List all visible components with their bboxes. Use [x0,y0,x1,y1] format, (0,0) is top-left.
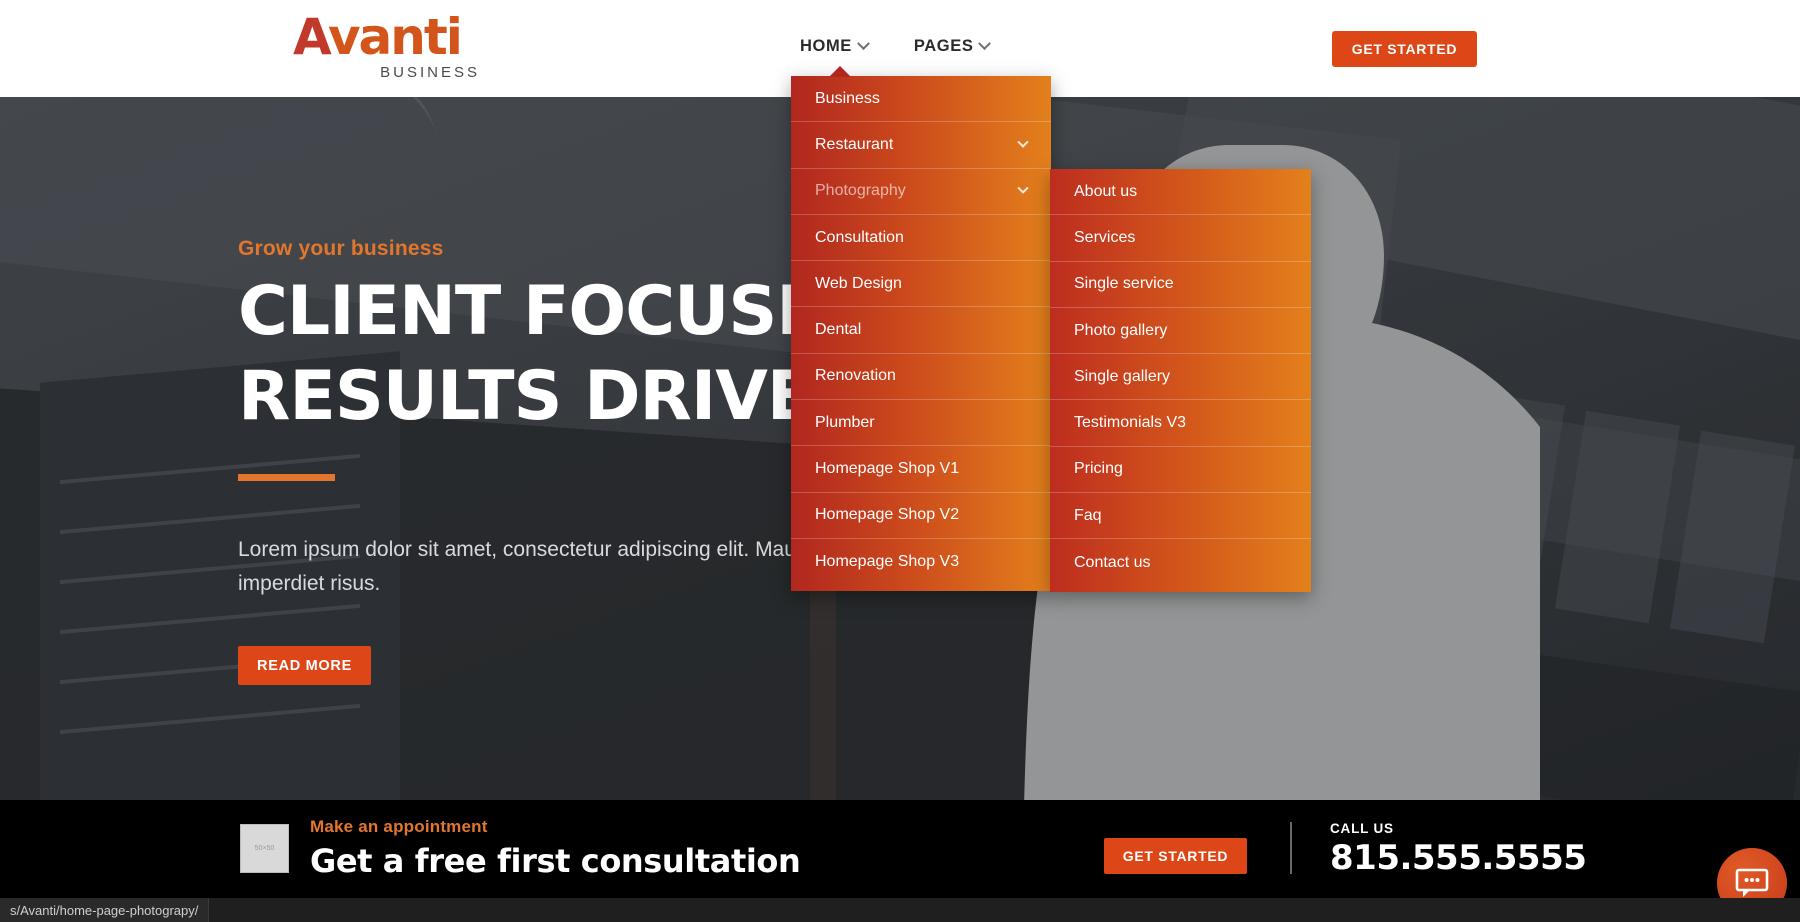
menu-item-label: Homepage Shop V1 [815,460,960,478]
menu-item-homepage-shop-v1[interactable]: Homepage Shop V1 [791,446,1051,493]
menu-item-label: Single service [1074,275,1174,293]
call-us-label: CALL US [1330,821,1394,836]
appointment-thumbnail-placeholder: 50×50 [240,824,289,873]
status-bar-url: s/Avanti/home-page-photograpy/ [0,898,210,922]
menu-item-label: About us [1074,182,1138,200]
menu-item-consultation[interactable]: Consultation [791,215,1051,262]
menu-item-label: Consultation [815,228,904,246]
phone-number: 815.555.5555 [1330,838,1587,878]
appointment-kicker: Make an appointment [310,817,488,836]
cta-vertical-divider [1290,822,1292,874]
logo-word-rest: vanti [327,8,463,66]
hero-read-more-button[interactable]: READ MORE [238,646,371,685]
menu-item-label: Web Design [815,274,902,292]
nav-item-home[interactable]: HOME [800,37,870,56]
menu-item-contact-us[interactable]: Contact us [1050,539,1311,585]
chevron-down-icon [1017,182,1029,195]
menu-item-label: Photography [815,182,906,200]
header-get-started-button[interactable]: GET STARTED [1332,31,1477,67]
nav-item-pages-label: PAGES [913,37,974,55]
browser-status-bar: s/Avanti/home-page-photograpy/ [0,898,1800,922]
nav-item-pages[interactable]: PAGES [913,37,992,56]
menu-item-single-service[interactable]: Single service [1050,262,1311,308]
appointment-text-block: Make an appointment Get a free first con… [310,817,801,880]
menu-item-restaurant[interactable]: Restaurant [791,122,1051,169]
main-navigation: HOME PAGES [800,37,992,56]
menu-item-label: Restaurant [815,135,894,153]
menu-item-label: Renovation [815,367,896,385]
logo-letter-a: A [293,8,330,66]
menu-item-homepage-shop-v2[interactable]: Homepage Shop V2 [791,493,1051,539]
logo-subtitle: BUSINESS [380,64,480,81]
menu-item-label: Business [815,89,880,107]
menu-item-homepage-shop-v3[interactable]: Homepage Shop V3 [791,539,1051,585]
page-root: Avanti BUSINESS HOME PAGES GET STARTED G… [0,0,1800,922]
nav-item-home-label: HOME [800,37,852,55]
chevron-down-icon [1017,136,1029,148]
menu-item-testimonials-v3[interactable]: Testimonials V3 [1050,400,1311,447]
menu-item-about-us[interactable]: About us [1050,169,1311,216]
logo-wordmark: Avanti [272,12,482,62]
chat-bubble-icon [1735,868,1769,897]
dropdown-menu-home: Business Restaurant Photography Consulta… [791,66,1051,592]
menu-item-faq[interactable]: Faq [1050,493,1311,540]
menu-item-dental[interactable]: Dental [791,307,1051,354]
dropdown-submenu-photography: About us Services Single service Photo g… [1050,169,1311,592]
menu-item-business[interactable]: Business [791,76,1051,123]
thumbnail-size-label: 50×50 [254,845,275,852]
menu-item-photo-gallery[interactable]: Photo gallery [1050,308,1311,355]
menu-item-label: Faq [1074,506,1102,524]
menu-item-label: Testimonials V3 [1074,414,1187,432]
site-logo[interactable]: Avanti BUSINESS [272,12,482,80]
menu-item-pricing[interactable]: Pricing [1050,447,1311,494]
menu-item-services[interactable]: Services [1050,215,1311,262]
menu-item-label: Services [1074,228,1136,246]
menu-item-photography[interactable]: Photography [791,169,1051,215]
menu-item-label: Pricing [1074,460,1123,478]
menu-item-label: Homepage Shop V2 [815,506,960,524]
menu-item-label: Contact us [1074,553,1151,571]
menu-item-label: Single gallery [1074,367,1171,385]
menu-item-web-design[interactable]: Web Design [791,261,1051,308]
hero-accent-rule [238,473,335,481]
menu-item-single-gallery[interactable]: Single gallery [1050,354,1311,401]
menu-item-renovation[interactable]: Renovation [791,354,1051,401]
appointment-headline: Get a free first consultation [310,842,801,880]
menu-item-label: Photo gallery [1074,321,1168,339]
cta-get-started-button[interactable]: GET STARTED [1104,838,1247,874]
chevron-down-icon [857,37,870,51]
hero-paragraph: Lorem ipsum dolor sit amet, consectetur … [238,537,819,596]
call-us-block[interactable]: CALL US 815.555.5555 [1330,821,1587,878]
chevron-down-icon [978,37,992,51]
menu-item-label: Plumber [815,413,875,431]
menu-item-label: Dental [815,321,862,339]
menu-item-label: Homepage Shop V3 [815,553,960,571]
menu-item-plumber[interactable]: Plumber [791,400,1051,447]
